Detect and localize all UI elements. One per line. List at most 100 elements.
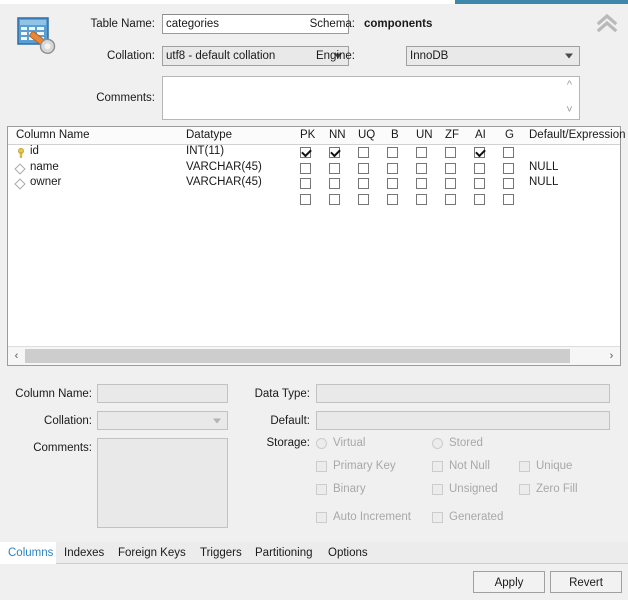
- cell-datatype[interactable]: VARCHAR(45): [186, 161, 262, 173]
- header-zf[interactable]: ZF: [445, 129, 459, 141]
- checkbox-un[interactable]: [416, 193, 427, 205]
- checkbox-nn[interactable]: [329, 162, 340, 174]
- apply-button[interactable]: Apply: [473, 571, 545, 593]
- comments-label: Comments:: [96, 92, 155, 104]
- revert-button[interactable]: Revert: [550, 571, 622, 593]
- collapse-panel-button[interactable]: [594, 12, 620, 34]
- tab-partitioning[interactable]: Partitioning: [247, 542, 320, 564]
- option-label: Not Null: [449, 460, 490, 472]
- checkbox-g[interactable]: [503, 162, 514, 174]
- scroll-up-icon[interactable]: ^: [564, 80, 575, 91]
- cell-datatype[interactable]: INT(11): [186, 145, 224, 157]
- header-pk[interactable]: PK: [300, 129, 315, 141]
- checkbox-g[interactable]: [503, 178, 514, 189]
- detail-collation-label: Collation:: [44, 415, 92, 427]
- option-label: Auto Increment: [333, 511, 411, 523]
- cell-column-name[interactable]: name: [30, 161, 59, 173]
- option-label: Virtual: [333, 437, 366, 449]
- table-row[interactable]: [8, 192, 620, 207]
- collation-label: Collation:: [107, 50, 155, 62]
- cell-default-expression[interactable]: NULL: [529, 176, 558, 188]
- checkbox-b[interactable]: [387, 178, 398, 189]
- checkbox-ai[interactable]: [474, 147, 485, 158]
- table-row[interactable]: owner VARCHAR(45) NULL: [8, 176, 620, 191]
- footer-bar: Apply Revert: [0, 564, 628, 600]
- scrollbar-thumb[interactable]: [25, 349, 570, 363]
- checkbox-pk[interactable]: [300, 147, 311, 158]
- checkbox-nn[interactable]: [329, 178, 340, 189]
- tab-indexes[interactable]: Indexes: [56, 542, 110, 564]
- cell-default-expression[interactable]: NULL: [529, 161, 558, 173]
- checkbox-b[interactable]: [387, 193, 398, 205]
- detail-data-type-input[interactable]: [316, 384, 610, 403]
- tab-options[interactable]: Options: [320, 542, 373, 564]
- checkbox-pk[interactable]: [300, 193, 311, 205]
- checkbox-un[interactable]: [416, 147, 427, 158]
- table-row[interactable]: name VARCHAR(45) NULL: [8, 161, 620, 176]
- checkbox-b[interactable]: [387, 147, 398, 158]
- checkbox-nn[interactable]: [329, 147, 340, 158]
- engine-select[interactable]: InnoDB: [406, 46, 580, 66]
- header-ai[interactable]: AI: [475, 129, 486, 141]
- checkbox-ai[interactable]: [474, 162, 485, 174]
- checkbox-uq[interactable]: [358, 147, 369, 158]
- checkbox-ai[interactable]: [474, 193, 485, 205]
- detail-default-label: Default:: [270, 415, 310, 427]
- checkbox-b[interactable]: [387, 162, 398, 174]
- header-b[interactable]: B: [391, 129, 399, 141]
- header-default-expression[interactable]: Default/Expression: [529, 129, 626, 141]
- chevron-down-icon: [565, 53, 573, 59]
- checkbox-nn[interactable]: [329, 193, 340, 205]
- checkbox-un[interactable]: [416, 178, 427, 189]
- table-comments-textarea[interactable]: ^ ˅: [162, 76, 580, 120]
- checkbox-ai[interactable]: [474, 178, 485, 189]
- cell-column-name[interactable]: owner: [30, 176, 61, 188]
- cell-column-name[interactable]: id: [30, 145, 39, 157]
- checkbox-uq[interactable]: [358, 178, 369, 189]
- detail-column-name-input[interactable]: [97, 384, 228, 403]
- tab-columns[interactable]: Columns: [0, 542, 56, 564]
- header-nn[interactable]: NN: [329, 129, 346, 141]
- engine-label: Engine:: [315, 50, 355, 62]
- header-un[interactable]: UN: [416, 129, 433, 141]
- checkbox-pk[interactable]: [300, 162, 311, 174]
- detail-comments-textarea[interactable]: [97, 438, 228, 528]
- checkbox-zf[interactable]: [445, 193, 456, 205]
- checkbox-icon: [519, 461, 530, 472]
- checkbox-g[interactable]: [503, 147, 514, 158]
- editor-tabstrip: Columns Indexes Foreign Keys Triggers Partit…: [0, 542, 628, 564]
- checkbox-zf[interactable]: [445, 162, 456, 174]
- checkbox-zf[interactable]: [445, 147, 456, 158]
- header-column-name[interactable]: Column Name: [16, 129, 90, 141]
- schema-value: components: [364, 18, 433, 30]
- chevron-right-icon[interactable]: ›: [603, 347, 620, 365]
- scroll-down-icon[interactable]: ˅: [564, 105, 575, 116]
- header-datatype[interactable]: Datatype: [186, 129, 232, 141]
- schema-label: Schema:: [309, 18, 355, 30]
- detail-collation-select[interactable]: [97, 411, 228, 430]
- tab-triggers[interactable]: Triggers: [192, 542, 247, 564]
- table-editor-window: Table Name: Schema: components Collation…: [0, 0, 628, 600]
- checkbox-icon: [432, 512, 443, 523]
- checkbox-uq[interactable]: [358, 162, 369, 174]
- detail-default-input[interactable]: [316, 411, 610, 430]
- header-uq[interactable]: UQ: [358, 129, 375, 141]
- option-label: Unsigned: [449, 483, 498, 495]
- tab-foreign-keys[interactable]: Foreign Keys: [110, 542, 192, 564]
- cell-datatype[interactable]: VARCHAR(45): [186, 176, 262, 188]
- columns-grid[interactable]: Column Name Datatype PK NN UQ B UN ZF AI…: [7, 126, 626, 366]
- checkbox-un[interactable]: [416, 162, 427, 174]
- checkbox-zf[interactable]: [445, 178, 456, 189]
- detail-column-name-label: Column Name:: [15, 388, 92, 400]
- collation-value: utf8 - default collation: [166, 50, 276, 62]
- checkbox-pk[interactable]: [300, 178, 311, 189]
- table-row[interactable]: id INT(11): [8, 145, 620, 160]
- header-g[interactable]: G: [505, 129, 514, 141]
- option-label: Primary Key: [333, 460, 396, 472]
- chevron-left-icon[interactable]: ‹: [8, 347, 25, 365]
- grid-horizontal-scrollbar[interactable]: ‹ ›: [8, 346, 620, 365]
- checkbox-icon: [316, 484, 327, 495]
- columns-grid-body: id INT(11) name VARCHAR(45) NULL owner VARCHAR…: [8, 145, 620, 346]
- checkbox-g[interactable]: [503, 193, 514, 205]
- checkbox-uq[interactable]: [358, 193, 369, 205]
